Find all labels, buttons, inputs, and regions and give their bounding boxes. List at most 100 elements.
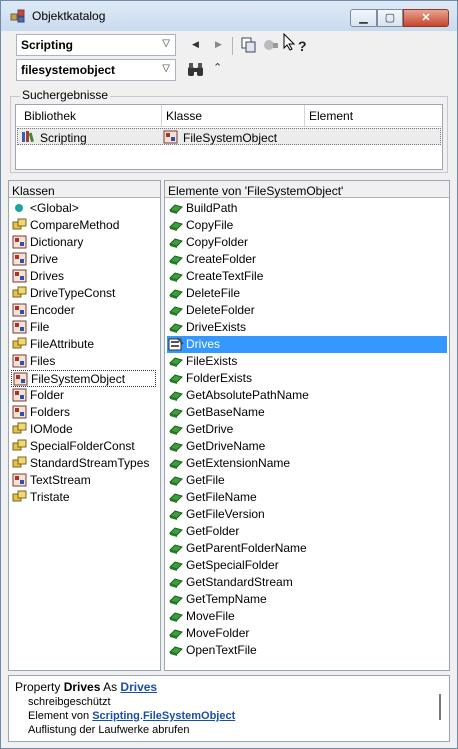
member-of-line: Element von Scripting.FileSystemObject: [28, 710, 235, 722]
method-icon: [168, 558, 184, 572]
list-item[interactable]: GetDrive: [167, 421, 447, 438]
list-item[interactable]: GetDriveName: [167, 438, 447, 455]
list-item[interactable]: GetExtensionName: [167, 455, 447, 472]
list-item[interactable]: IOMode: [11, 421, 156, 438]
list-item[interactable]: GetAbsolutePathName: [167, 387, 447, 404]
list-item-label: GetStandardStream: [186, 575, 293, 589]
list-item[interactable]: FileSystemObject: [11, 370, 156, 387]
list-item[interactable]: <Global>: [11, 200, 156, 217]
minimize-button[interactable]: ▁: [350, 9, 377, 27]
method-icon: [168, 626, 184, 640]
list-item[interactable]: FileExists: [167, 353, 447, 370]
list-item-label: MoveFolder: [186, 626, 250, 640]
search-result-row[interactable]: Scripting FileSystemObject: [17, 128, 441, 145]
list-item-label: CreateFolder: [186, 252, 257, 266]
object-browser-app-icon: [10, 9, 25, 23]
list-item[interactable]: File: [11, 319, 156, 336]
list-item[interactable]: CopyFolder: [167, 234, 447, 251]
list-item[interactable]: GetFile: [167, 472, 447, 489]
library-combobox-value: Scripting: [21, 38, 74, 52]
list-item[interactable]: Drive: [11, 251, 156, 268]
list-item[interactable]: BuildPath: [167, 200, 447, 217]
member-of-text: Element von: [28, 710, 93, 722]
column-header-class[interactable]: Klasse: [166, 109, 202, 123]
svg-text:?: ?: [298, 38, 307, 53]
list-item-label: Tristate: [30, 490, 70, 504]
list-item[interactable]: SpecialFolderConst: [11, 438, 156, 455]
search-results-list: Bibliothek Klasse Element Scripting File…: [15, 104, 443, 170]
list-item[interactable]: Encoder: [11, 302, 156, 319]
list-item[interactable]: FileAttribute: [11, 336, 156, 353]
forward-arrow-icon[interactable]: ▶: [215, 39, 222, 50]
search-binoculars-icon[interactable]: [187, 62, 204, 77]
method-icon: [168, 354, 184, 368]
toggle-search-results-icon[interactable]: ⌃: [213, 61, 222, 74]
library-combobox[interactable]: Scripting ▽: [16, 34, 176, 56]
signature-prefix: Property: [15, 680, 64, 694]
list-item[interactable]: Dictionary: [11, 234, 156, 251]
list-item[interactable]: GetFolder: [167, 523, 447, 540]
list-item[interactable]: CopyFile: [167, 217, 447, 234]
list-item-label: GetTempName: [186, 592, 267, 606]
maximize-button[interactable]: ▢: [377, 9, 403, 27]
list-item[interactable]: DeleteFile: [167, 285, 447, 302]
members-panel: Elemente von 'FileSystemObject' BuildPat…: [164, 180, 450, 671]
list-item-label: Drives: [30, 269, 65, 283]
list-item[interactable]: GetSpecialFolder: [167, 557, 447, 574]
list-item-label: CopyFile: [186, 218, 234, 232]
search-combobox[interactable]: filesystemobject ▽: [16, 59, 176, 81]
close-button[interactable]: ✕: [403, 9, 449, 27]
list-item[interactable]: MoveFolder: [167, 625, 447, 642]
list-item[interactable]: Folder: [11, 387, 156, 404]
list-item-label: FolderExists: [186, 371, 253, 385]
show-definition-icon[interactable]: [263, 37, 279, 53]
list-item[interactable]: Tristate: [11, 489, 156, 506]
column-divider[interactable]: [161, 105, 162, 126]
signature-as: As: [100, 680, 121, 694]
list-item[interactable]: GetStandardStream: [167, 574, 447, 591]
list-item[interactable]: GetFileVersion: [167, 506, 447, 523]
list-item[interactable]: Folders: [11, 404, 156, 421]
list-item[interactable]: OpenTextFile: [167, 642, 447, 659]
list-item[interactable]: GetTempName: [167, 591, 447, 608]
details-pane: Property Drives As Drives schreibgeschüt…: [8, 675, 450, 742]
list-item[interactable]: CreateFolder: [167, 251, 447, 268]
list-item-label: DeleteFolder: [186, 303, 255, 317]
list-item-label: SpecialFolderConst: [30, 439, 135, 453]
class-icon: [12, 303, 28, 317]
list-item[interactable]: DeleteFolder: [167, 302, 447, 319]
class-icon: [12, 269, 28, 283]
column-header-element[interactable]: Element: [309, 109, 353, 123]
list-item[interactable]: FolderExists: [167, 370, 447, 387]
list-item[interactable]: Drives: [11, 268, 156, 285]
copy-icon[interactable]: [241, 37, 257, 53]
help-icon[interactable]: ?: [297, 38, 309, 53]
details-scrollbar[interactable]: [439, 694, 441, 720]
list-item[interactable]: CompareMethod: [11, 217, 156, 234]
column-divider[interactable]: [304, 105, 305, 126]
list-item[interactable]: DriveExists: [167, 319, 447, 336]
list-item[interactable]: DriveTypeConst: [11, 285, 156, 302]
type-link[interactable]: Drives: [120, 680, 157, 694]
method-icon: [168, 303, 184, 317]
class-link[interactable]: FileSystemObject: [143, 710, 235, 722]
method-icon: [168, 592, 184, 606]
list-item[interactable]: CreateTextFile: [167, 268, 447, 285]
list-item-label: GetDriveName: [186, 439, 266, 453]
library-link[interactable]: Scripting: [92, 710, 140, 722]
list-item-label: IOMode: [30, 422, 73, 436]
column-header-library[interactable]: Bibliothek: [24, 109, 76, 123]
list-item[interactable]: GetParentFolderName: [167, 540, 447, 557]
method-icon: [168, 490, 184, 504]
method-icon: [168, 320, 184, 334]
list-item[interactable]: GetBaseName: [167, 404, 447, 421]
list-item[interactable]: Files: [11, 353, 156, 370]
list-item[interactable]: GetFileName: [167, 489, 447, 506]
method-icon: [168, 456, 184, 470]
list-item[interactable]: TextStream: [11, 472, 156, 489]
list-item[interactable]: StandardStreamTypes: [11, 455, 156, 472]
member-signature: Property Drives As Drives: [15, 680, 157, 694]
list-item[interactable]: Drives: [167, 336, 447, 353]
list-item[interactable]: MoveFile: [167, 608, 447, 625]
back-arrow-icon[interactable]: ◀: [192, 39, 199, 50]
